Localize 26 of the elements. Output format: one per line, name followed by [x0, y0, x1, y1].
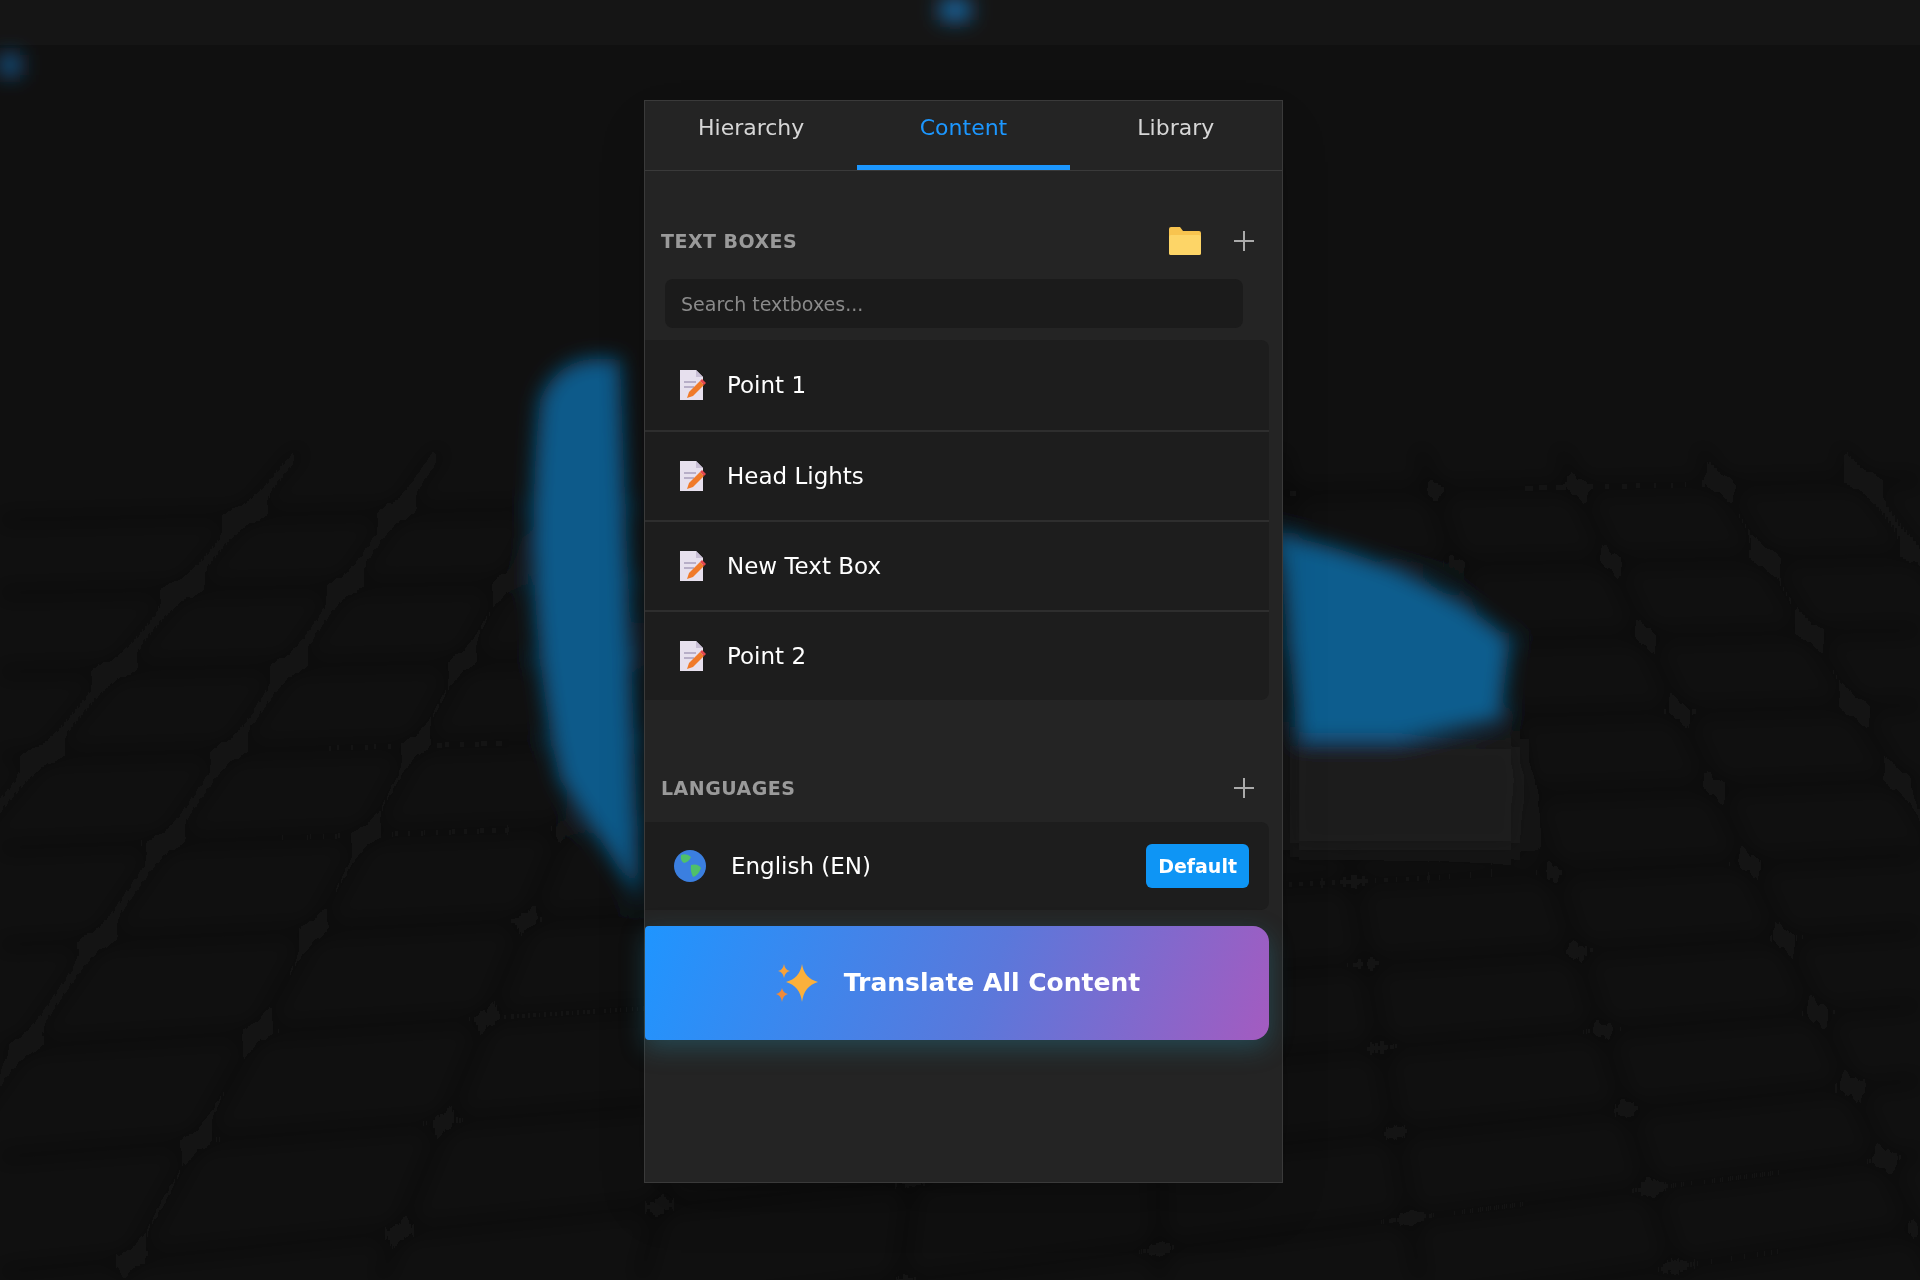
list-item[interactable]: Head Lights: [645, 430, 1269, 520]
folder-icon[interactable]: [1168, 226, 1202, 256]
add-icon[interactable]: [1234, 778, 1254, 798]
section-title: LANGUAGES: [661, 775, 796, 801]
item-label: New Text Box: [727, 551, 882, 581]
translate-button[interactable]: Translate All Content: [645, 926, 1269, 1040]
document-edit-icon: [677, 368, 707, 402]
globe-icon: [673, 849, 707, 883]
list-item[interactable]: New Text Box: [645, 520, 1269, 610]
add-icon[interactable]: [1234, 231, 1254, 251]
tab[interactable]: Hierarchy: [645, 101, 858, 170]
item-label: Head Lights: [727, 461, 864, 491]
default-badge: Default: [1146, 843, 1249, 889]
language-item[interactable]: English (EN) Default: [645, 822, 1269, 910]
search-field[interactable]: Search textboxes...: [665, 279, 1243, 328]
section-title: TEXT BOXES: [661, 228, 798, 254]
list-item[interactable]: Point 1: [645, 340, 1269, 430]
tab[interactable]: Content: [857, 101, 1070, 170]
tab[interactable]: Library: [1069, 101, 1282, 170]
list-item[interactable]: Point 2: [645, 610, 1269, 700]
item-label: Point 2: [727, 641, 807, 671]
document-edit-icon: [677, 459, 707, 493]
item-label: Point 1: [727, 370, 807, 400]
document-edit-icon: [677, 549, 707, 583]
language-name: English (EN): [731, 851, 872, 881]
document-edit-icon: [677, 639, 707, 673]
